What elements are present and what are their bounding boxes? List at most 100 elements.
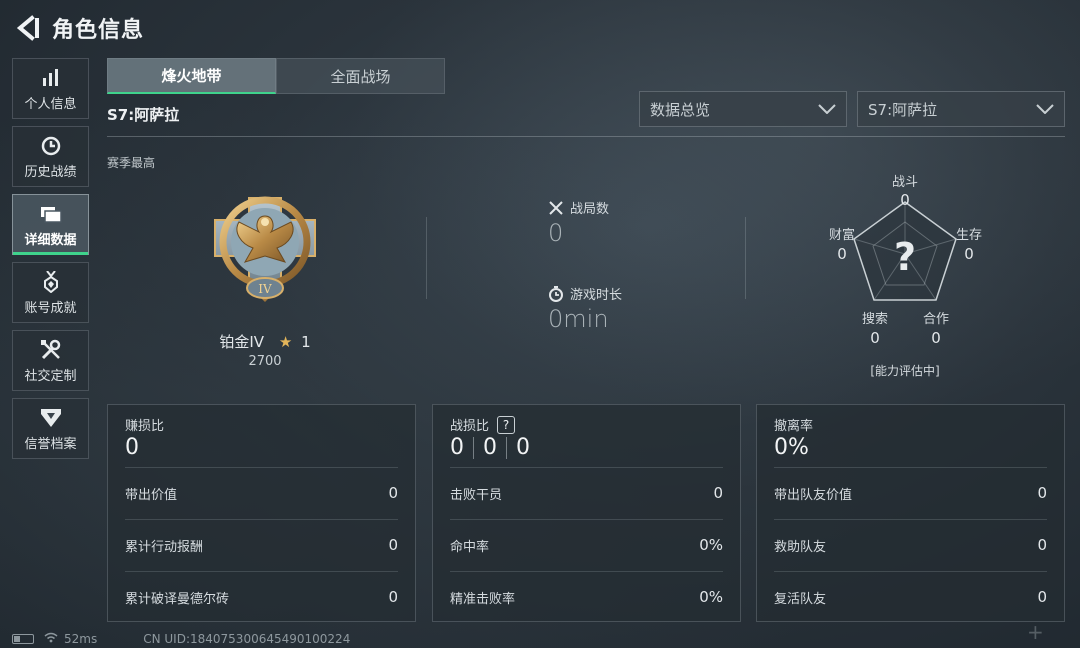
sidebar-item-achievements[interactable]: 账号成就 — [12, 262, 89, 323]
help-button[interactable]: ? — [497, 415, 516, 434]
rank-emblem-numeral: IV — [258, 282, 272, 296]
page-title: 角色信息 — [52, 18, 145, 43]
kd-value: 0 — [450, 435, 464, 460]
radar-value-cooperation: 0 — [931, 329, 941, 347]
sidebar-item-reputation[interactable]: 信誉档案 — [12, 398, 89, 459]
season-select[interactable]: S7:阿萨拉 — [857, 91, 1065, 127]
playtime-stat: 游戏时长 0min — [548, 284, 622, 333]
rank-emblem: IV — [214, 196, 316, 302]
divider — [125, 467, 398, 468]
tools-icon — [39, 338, 63, 362]
divider — [745, 217, 746, 299]
kd-title: 战损比 — [450, 419, 490, 434]
radar-label-survival: 生存 — [955, 228, 982, 243]
stat-label: 命中率 — [450, 539, 490, 555]
radar-value-search: 0 — [870, 329, 880, 347]
sidebar-item-label: 个人信息 — [24, 96, 77, 112]
back-button[interactable] — [10, 11, 44, 45]
header-divider — [107, 136, 1065, 137]
divider — [506, 436, 507, 459]
mode-tabs: 烽火地带 全面战场 — [107, 58, 445, 94]
divider — [426, 217, 427, 299]
stat-row: 救助队友 0 — [774, 535, 1047, 555]
radar-label-cooperation: 合作 — [922, 312, 949, 327]
profit-value: 0 — [125, 435, 139, 460]
divider — [450, 571, 723, 572]
back-arrow-icon — [16, 15, 39, 41]
stat-value: 0 — [1037, 588, 1047, 606]
kd-value: 0 — [516, 435, 530, 460]
playtime-value: 0min — [548, 305, 609, 333]
shield-icon — [39, 406, 63, 430]
sidebar-item-personal-info[interactable]: 个人信息 — [12, 58, 89, 119]
plus-icon: + — [1027, 620, 1044, 644]
stat-value: 0 — [1037, 536, 1047, 554]
battery-icon — [12, 634, 34, 644]
radar-center-mark: ? — [894, 235, 916, 279]
sidebar-item-label: 社交定制 — [24, 368, 77, 384]
view-select[interactable]: 数据总览 — [639, 91, 847, 127]
crossed-swords-icon — [548, 200, 564, 216]
sidebar-item-label: 历史战绩 — [24, 164, 77, 180]
divider — [125, 519, 398, 520]
wifi-icon — [44, 632, 58, 646]
sidebar: 个人信息 历史战绩 详细数据 账号成就 社交定制 信誉档案 — [12, 58, 89, 466]
sidebar-item-detailed-data[interactable]: 详细数据 — [12, 194, 89, 255]
bar-chart-icon — [39, 66, 63, 90]
season-select-value: S7:阿萨拉 — [868, 100, 938, 119]
radar-label-wealth: 财富 — [828, 228, 855, 243]
extract-title: 撤离率 — [774, 419, 814, 434]
chevron-down-icon — [818, 104, 836, 114]
stat-value: 0% — [699, 588, 723, 606]
ability-radar: ? 战斗 0 生存 0 合作 0 搜索 0 财富 0 [能力评估中] — [820, 168, 990, 383]
matches-label: 战局数 — [570, 202, 610, 217]
tab-full-battlefield[interactable]: 全面战场 — [276, 58, 445, 94]
divider — [774, 519, 1047, 520]
stat-value: 0 — [713, 484, 723, 502]
stopwatch-icon — [548, 285, 564, 302]
stat-label: 精准击败率 — [450, 591, 516, 607]
header: 角色信息 — [10, 8, 144, 48]
season-title: S7:阿萨拉 — [107, 106, 180, 124]
stat-label: 带出队友价值 — [774, 487, 853, 503]
tab-fenghuo-zone[interactable]: 烽火地带 — [107, 58, 276, 94]
kd-values: 0 0 0 — [450, 435, 530, 460]
stat-row: 复活队友 0 — [774, 587, 1047, 607]
stat-row: 命中率 0% — [450, 535, 723, 555]
sidebar-item-label: 详细数据 — [24, 232, 77, 248]
stat-row: 带出队友价值 0 — [774, 483, 1047, 503]
rank-name-row: 铂金IV ★ 1 — [160, 331, 370, 352]
stat-label: 救助队友 — [774, 539, 827, 555]
medal-icon — [39, 270, 63, 294]
sidebar-item-social-custom[interactable]: 社交定制 — [12, 330, 89, 391]
matches-stat: 战局数 0 — [548, 198, 609, 247]
radar-label-search: 搜索 — [861, 312, 888, 327]
stat-row: 累计行动报酬 0 — [125, 535, 398, 555]
radar-label-combat: 战斗 — [891, 175, 918, 190]
sidebar-item-history[interactable]: 历史战绩 — [12, 126, 89, 187]
sidebar-item-label: 信誉档案 — [24, 436, 77, 452]
star-icon: ★ — [278, 333, 293, 351]
kd-value: 0 — [483, 435, 497, 460]
stat-row: 精准击败率 0% — [450, 587, 723, 607]
divider — [450, 467, 723, 468]
divider — [473, 436, 474, 459]
rank-stars: 1 — [301, 333, 311, 351]
folder-icon — [39, 202, 63, 226]
stat-label: 累计行动报酬 — [125, 539, 204, 555]
status-bar: 52ms CN UID:184075300645490100224 — [12, 632, 350, 646]
radar-value-survival: 0 — [964, 245, 974, 263]
matches-value: 0 — [548, 219, 564, 247]
ping-value: 52ms — [64, 632, 98, 646]
stat-value: 0% — [699, 536, 723, 554]
stat-value: 0 — [388, 536, 398, 554]
radar-status: [能力评估中] — [870, 364, 940, 378]
extract-value: 0% — [774, 435, 809, 460]
stat-row: 击败干员 0 — [450, 483, 723, 503]
divider — [774, 571, 1047, 572]
user-uid: CN UID:184075300645490100224 — [143, 632, 351, 646]
season-best-label: 赛季最高 — [107, 156, 156, 170]
stat-value: 0 — [388, 588, 398, 606]
stat-value: 0 — [388, 484, 398, 502]
stat-label: 击败干员 — [450, 487, 503, 503]
